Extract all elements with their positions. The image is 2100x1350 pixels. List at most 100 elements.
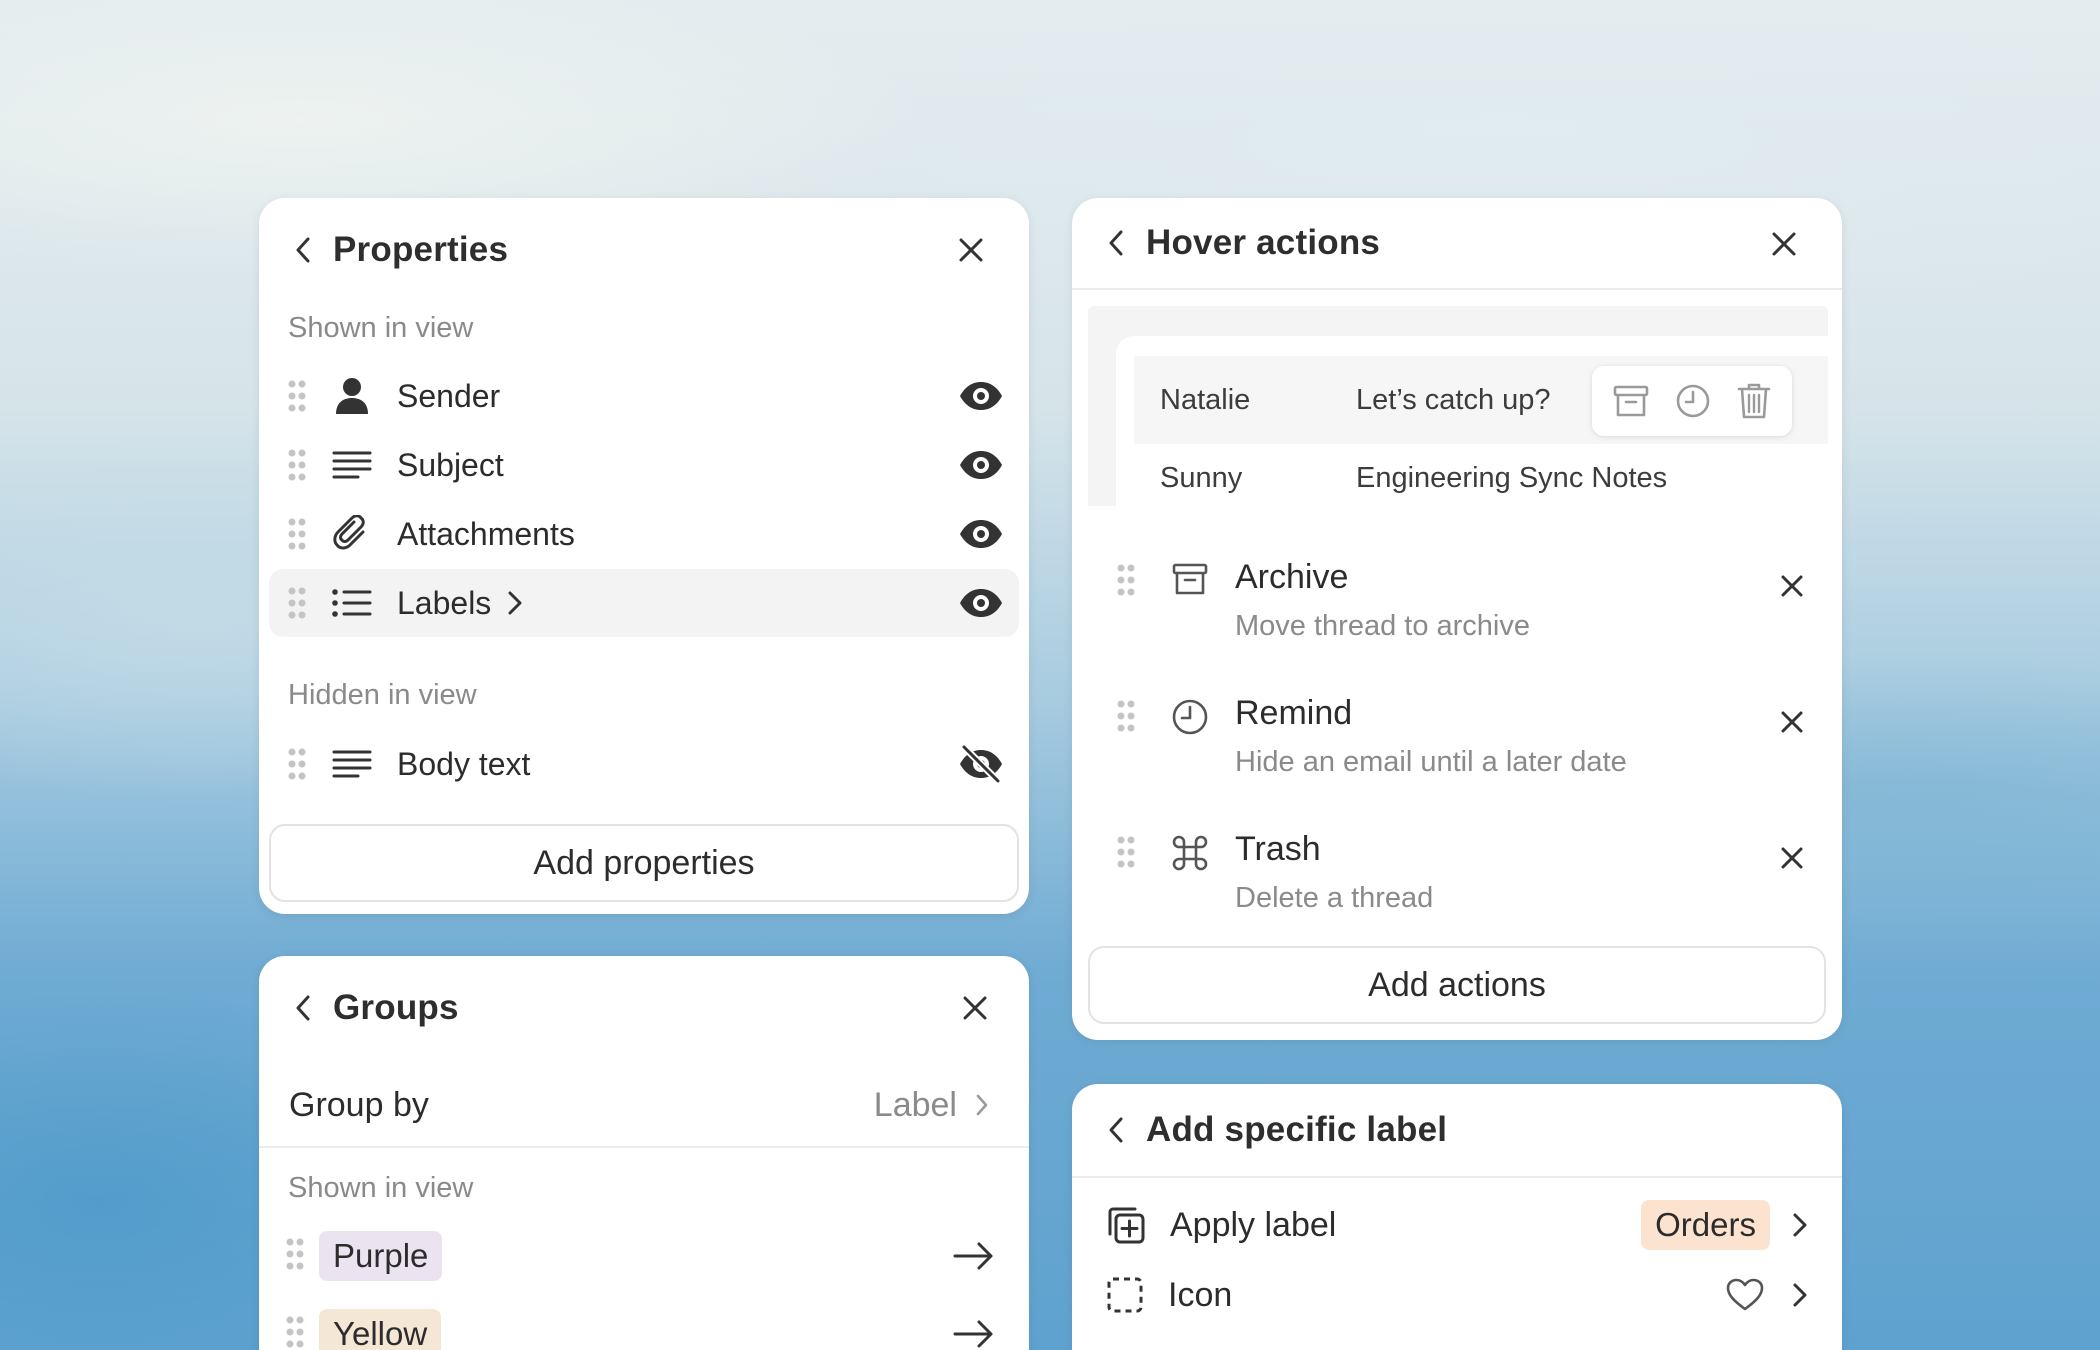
label-value-tag: Orders — [1641, 1200, 1770, 1250]
drag-handle-icon[interactable] — [1116, 698, 1136, 739]
back-button[interactable] — [285, 232, 321, 268]
property-label: Body text — [397, 745, 531, 782]
action-description: Delete a thread — [1235, 882, 1434, 914]
property-label: Labels — [397, 584, 492, 621]
groups-header: Groups — [259, 956, 1029, 1060]
drag-handle-icon[interactable] — [285, 1236, 305, 1277]
preview-row[interactable]: Sunny Engineering Sync Notes — [1134, 448, 1828, 508]
property-row-attachments[interactable]: Attachments — [269, 500, 1019, 568]
action-name: Trash — [1235, 830, 1321, 868]
close-icon[interactable] — [1780, 710, 1804, 734]
text-lines-icon — [331, 743, 373, 785]
preview-row-hovered[interactable]: Natalie Let’s catch up? — [1134, 356, 1828, 444]
property-label: Subject — [397, 446, 504, 483]
close-button[interactable] — [1766, 226, 1802, 262]
property-row-sender[interactable]: Sender — [269, 362, 1019, 430]
property-row-body-text[interactable]: Body text — [269, 730, 1019, 798]
drag-handle-icon[interactable] — [1116, 562, 1136, 603]
groups-panel: Groups Group by Label Shown in view Purp… — [259, 956, 1029, 1350]
drag-handle-icon[interactable] — [285, 1314, 305, 1350]
preview-subject: Let’s catch up? — [1356, 383, 1551, 416]
property-row-subject[interactable]: Subject — [269, 431, 1019, 499]
hover-actions-header: Hover actions — [1072, 198, 1842, 288]
group-row-yellow[interactable]: Yellow — [259, 1306, 1029, 1350]
back-button[interactable] — [1098, 225, 1134, 261]
dashed-square-icon — [1107, 1277, 1143, 1313]
drag-handle-icon[interactable] — [287, 746, 307, 782]
add-properties-button[interactable]: Add properties — [269, 824, 1019, 902]
drag-handle-icon[interactable] — [287, 585, 307, 621]
action-row-remind[interactable]: Remind Hide an email until a later date — [1072, 686, 1842, 796]
hover-preview: Natalie Let’s catch up? Sunny Engineerin… — [1088, 306, 1828, 506]
group-by-value: Label — [873, 1085, 957, 1124]
chevron-left-icon — [296, 995, 310, 1021]
group-tag: Purple — [319, 1231, 443, 1281]
eye-slash-icon[interactable] — [957, 744, 1005, 784]
drag-handle-icon[interactable] — [287, 516, 307, 552]
action-row-trash[interactable]: Trash Delete a thread — [1072, 822, 1842, 932]
chevron-right-icon — [1793, 1213, 1807, 1237]
property-label: Attachments — [397, 515, 575, 552]
hidden-in-view-heading: Hidden in view — [288, 679, 477, 711]
property-row-labels[interactable]: Labels — [269, 569, 1019, 637]
close-icon[interactable] — [1780, 846, 1804, 870]
apply-label-row[interactable]: Apply label Orders — [1072, 1194, 1842, 1256]
eye-icon[interactable] — [957, 583, 1005, 623]
shown-in-view-heading: Shown in view — [288, 312, 474, 344]
icon-label: Icon — [1168, 1275, 1233, 1314]
back-button[interactable] — [285, 990, 321, 1026]
close-button[interactable] — [957, 990, 993, 1026]
action-row-archive[interactable]: Archive Move thread to archive — [1072, 550, 1842, 660]
text-lines-icon — [331, 444, 373, 486]
drag-handle-icon[interactable] — [287, 447, 307, 483]
add-specific-label-panel: Add specific label Apply label Orders Ic… — [1072, 1084, 1842, 1350]
eye-icon[interactable] — [957, 376, 1005, 416]
divider — [1072, 288, 1842, 290]
archive-icon — [1172, 563, 1208, 595]
panel-title: Hover actions — [1146, 223, 1381, 262]
arrow-right-icon[interactable] — [953, 1241, 995, 1271]
drag-handle-icon[interactable] — [287, 378, 307, 414]
shown-in-view-heading: Shown in view — [288, 1172, 474, 1204]
panel-title: Add specific label — [1146, 1110, 1448, 1149]
trash-icon[interactable] — [1737, 382, 1771, 420]
group-by-label: Group by — [289, 1085, 429, 1124]
action-description: Move thread to archive — [1235, 610, 1530, 642]
drag-handle-icon[interactable] — [1116, 834, 1136, 875]
panel-title: Groups — [333, 988, 459, 1027]
panel-title: Properties — [333, 230, 509, 269]
divider — [1072, 1176, 1842, 1178]
group-by-row[interactable]: Group by Label — [259, 1072, 1029, 1138]
eye-icon[interactable] — [957, 514, 1005, 554]
person-icon — [331, 375, 373, 417]
clock-icon — [1172, 699, 1208, 735]
hover-action-toolbar — [1592, 366, 1792, 436]
action-name: Archive — [1235, 558, 1349, 596]
add-label-header: Add specific label — [1072, 1084, 1842, 1176]
preview-subject: Engineering Sync Notes — [1356, 461, 1668, 494]
close-button[interactable] — [953, 232, 989, 268]
preview-sender: Sunny — [1160, 461, 1243, 494]
clock-icon[interactable] — [1675, 383, 1711, 419]
chevron-left-icon — [1109, 1117, 1123, 1143]
chevron-left-icon — [1109, 230, 1123, 256]
chevron-right-icon — [976, 1094, 988, 1116]
close-icon — [959, 238, 983, 262]
chevron-right-icon — [1793, 1283, 1807, 1307]
add-actions-button[interactable]: Add actions — [1088, 946, 1826, 1024]
properties-header: Properties — [259, 198, 1029, 302]
property-label: Sender — [397, 377, 501, 414]
close-icon[interactable] — [1780, 574, 1804, 598]
group-row-purple[interactable]: Purple — [259, 1228, 1029, 1284]
heart-icon — [1726, 1278, 1764, 1311]
add-label-icon — [1108, 1207, 1145, 1244]
archive-icon[interactable] — [1613, 384, 1649, 418]
arrow-right-icon[interactable] — [953, 1319, 995, 1349]
list-icon — [331, 582, 373, 624]
preview-card: Natalie Let’s catch up? Sunny Engineerin… — [1116, 336, 1828, 506]
hover-actions-panel: Hover actions Natalie Let’s catch up? Su… — [1072, 198, 1842, 1040]
icon-row[interactable]: Icon — [1072, 1264, 1842, 1326]
back-button[interactable] — [1098, 1112, 1134, 1148]
eye-icon[interactable] — [957, 445, 1005, 485]
group-tag: Yellow — [319, 1309, 442, 1350]
